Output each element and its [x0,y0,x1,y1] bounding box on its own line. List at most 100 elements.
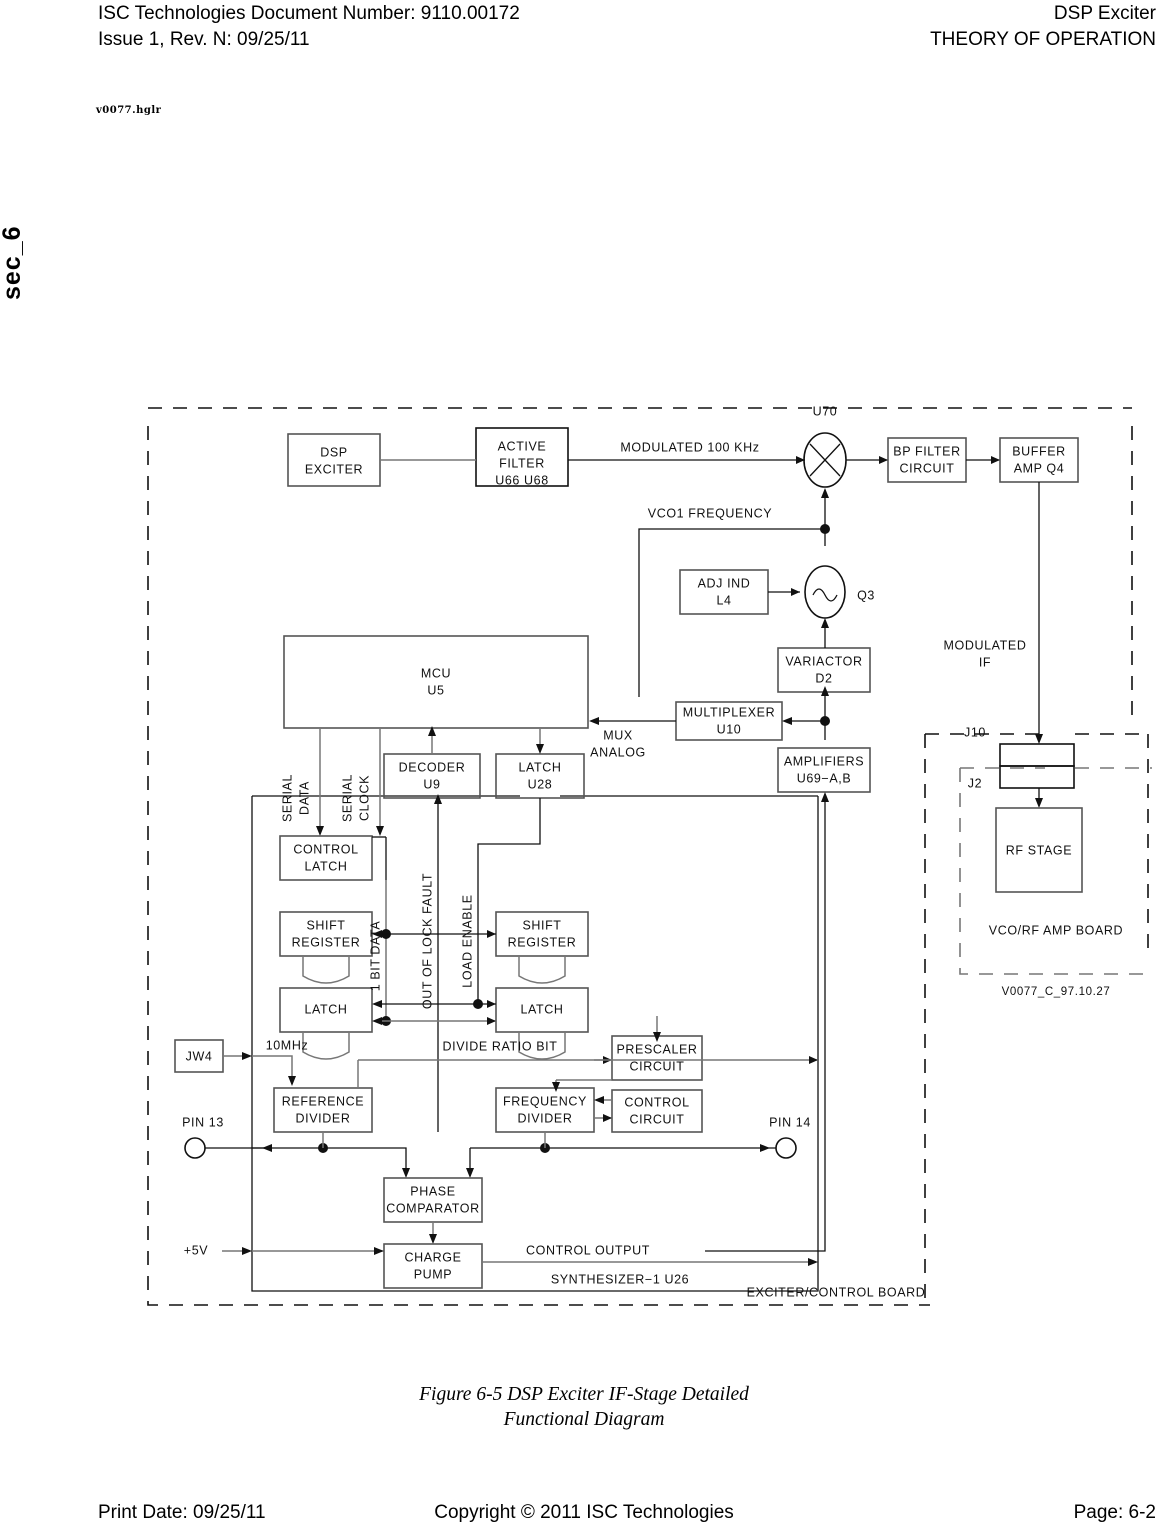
label-q3: Q3 [857,588,875,602]
figure-caption: Figure 6-5 DSP Exciter IF-Stage Detailed… [0,1382,1168,1432]
block-frequency-divider-line2: DIVIDER [518,1111,573,1125]
label-modulated-if-line1: MODULATED [944,638,1027,652]
block-active-filter-line2: FILTER [499,456,545,470]
arrow-pin14 [760,1144,770,1152]
wire-control-output-to-amps [705,808,826,1252]
label-vco-rf-amp-board: VCO/RF AMP BOARD [989,923,1123,937]
source-file-tag: v0077.hglr [96,105,162,116]
label-plus-5v: +5V [184,1243,208,1257]
block-frequency-divider-line1: FREQUENCY [503,1094,587,1108]
block-control-circuit-line1: CONTROL [624,1095,689,1109]
arrow-buffer-to-j10 [1035,734,1043,744]
arrow-refdiv-to-phase [402,1168,410,1178]
block-adj-ind-line1: ADJ IND [698,576,751,590]
label-divide-ratio-bit: DIVIDE RATIO BIT [443,1039,558,1053]
document-page: ISC Technologies Document Number: 9110.0… [0,0,1168,1537]
figure-caption-line2: Functional Diagram [503,1409,665,1430]
arrow-ratio-out-right [809,1056,818,1064]
label-mux-line2: ANALOG [590,745,646,759]
block-dsp-exciter[interactable] [287,433,381,487]
connector-j10[interactable] [999,743,1075,767]
arrow-variactor-to-q3 [821,618,829,628]
arrow-data-to-shift-right [487,930,496,938]
wire-vco1-feedback [638,528,825,697]
block-mcu-u5[interactable] [283,635,589,729]
arrow-prescaler-to-freqdivider [552,1082,560,1092]
block-variactor-line1: VARIACTOR [785,654,862,668]
arrow-j2-to-rf-stage [1035,798,1043,808]
arrow-phase-to-charge [429,1234,437,1244]
block-control-circuit-line2: CIRCUIT [630,1112,685,1126]
label-exciter-control-board: EXCITER/CONTROL BOARD [747,1285,926,1299]
block-buffer-amp-line1: BUFFER [1012,444,1066,458]
footer-page-number: Page: 6-2 [1073,1502,1156,1523]
block-dsp-exciter-line1: DSP [320,445,348,459]
label-modulated-100khz: MODULATED 100 KHz [620,440,759,454]
wire-refdiv-to-phase [252,1147,407,1172]
pin-14-terminal[interactable] [775,1137,797,1159]
block-phase-comparator-line1: PHASE [410,1184,455,1198]
block-latch-u28-line2: U28 [528,777,553,791]
exciter-board-boundary-left [147,426,930,1306]
block-phase-comparator-line2: COMPARATOR [386,1201,480,1215]
label-j2: J2 [968,776,982,790]
label-serial-clock-line1: SERIAL [340,774,354,822]
label-serial-clock-line2: CLOCK [357,775,371,821]
label-u70: U70 [813,404,838,418]
block-active-filter-line1: ACTIVE [498,439,547,453]
label-10mhz: 10MHz [266,1038,309,1052]
header-product-name: DSP Exciter [1053,3,1156,24]
arrow-to-variactor [821,686,829,696]
block-control-latch-line2: LATCH [304,859,347,873]
block-active-filter-line3: U66 U68 [495,473,549,487]
arrow-bpf-to-buffer [991,456,1000,464]
label-control-output: CONTROL OUTPUT [526,1243,650,1257]
block-charge-pump-line1: CHARGE [404,1250,461,1264]
oscillator-q3-symbol[interactable] [804,565,846,619]
block-multiplexer-line1: MULTIPLEXER [683,705,776,719]
connector-j2[interactable] [999,765,1075,789]
arrow-mcu-to-latch-u28 [536,744,544,754]
block-decoder-line1: DECODER [399,760,466,774]
block-adj-ind-line2: L4 [716,593,731,607]
label-drawing-id: V0077_C_97.10.27 [1002,986,1111,998]
block-reference-divider-line1: REFERENCE [282,1094,365,1108]
header-issue-rev: Issue 1, Rev. N: 09/25/11 [98,29,310,50]
arrow-10mhz-to-refdivider [288,1076,296,1086]
block-latch-u28-line1: LATCH [518,760,561,774]
arrow-data-to-latch-right [487,1017,496,1025]
block-dsp-exciter-line2: EXCITER [305,462,363,476]
label-pin-13: PIN 13 [182,1115,224,1129]
arrow-5v-to-charge [374,1247,384,1255]
block-mcu-line2: U5 [427,683,444,697]
label-pin-14: PIN 14 [769,1115,811,1129]
header-section-title: THEORY OF OPERATION [930,29,1156,50]
block-jw4-label: JW4 [186,1049,213,1063]
bus-latchleft-to-refdivider [302,1032,350,1060]
section-side-tab: sec_6 [0,225,26,300]
arrow-5v-to-bus [242,1247,252,1255]
figure-caption-line1: Figure 6-5 DSP Exciter IF-Stage Detailed [419,1384,749,1405]
block-rf-stage-label: RF STAGE [1006,843,1072,857]
block-buffer-amp-line2: AMP Q4 [1014,461,1065,475]
block-shift-register-right-line2: REGISTER [508,935,577,949]
wire-10mhz-down [252,1055,293,1080]
block-decoder-line2: U9 [423,777,440,791]
arrow-control-to-amplifiers [821,792,829,802]
arrow-data-to-latch-left [372,1017,382,1025]
arrow-enable-to-latch-left [372,1000,382,1008]
bus-shiftright-to-latchright [518,956,566,984]
label-synthesizer-u26: SYNTHESIZER−1 U26 [551,1272,689,1286]
block-charge-pump-line2: PUMP [414,1267,453,1281]
arrow-serial-data [316,826,324,836]
block-variactor-line2: D2 [815,671,832,685]
block-bp-filter-line1: BP FILTER [893,444,960,458]
wire-load-enable [477,798,541,1004]
pin-13-terminal[interactable] [184,1137,206,1159]
block-shift-register-left-line2: REGISTER [292,935,361,949]
label-modulated-if-line2: IF [979,655,991,669]
block-shift-register-left-line1: SHIFT [306,918,345,932]
block-amplifiers-line1: AMPLIFIERS [784,754,864,768]
block-bp-filter-line2: CIRCUIT [900,461,955,475]
arrow-tap-to-multiplexer [782,717,792,725]
